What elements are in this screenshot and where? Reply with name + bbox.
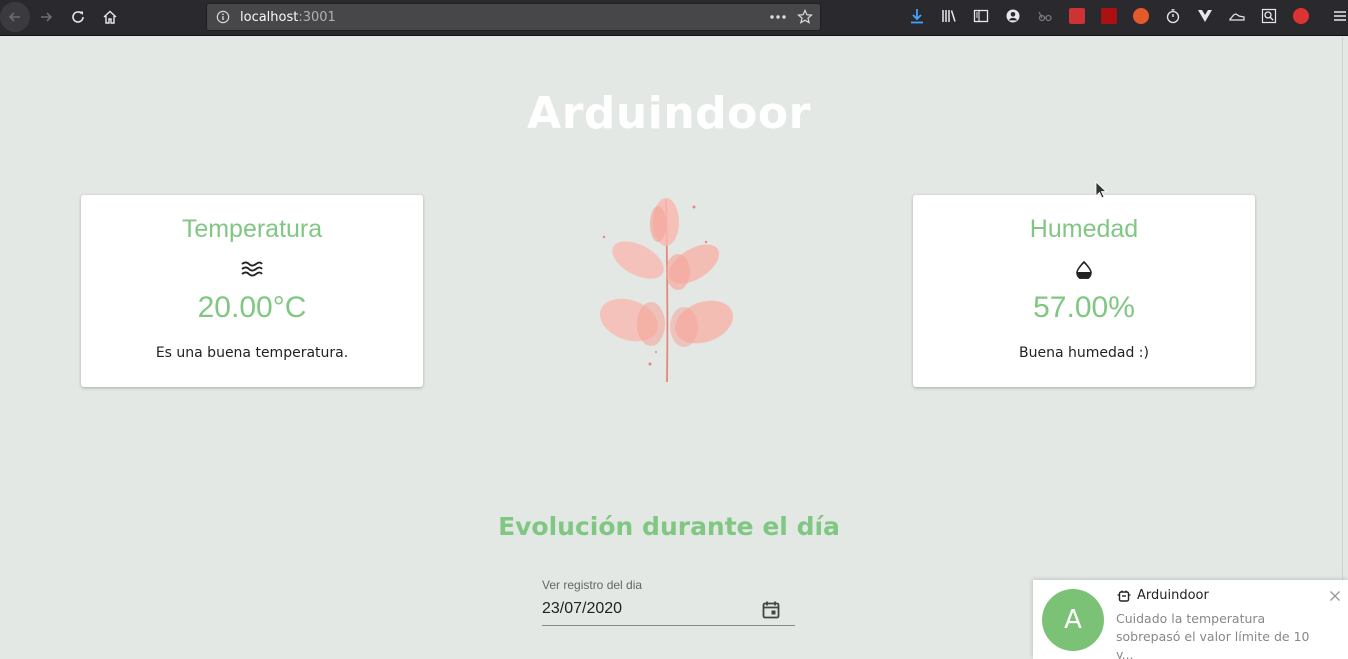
search-icon — [1261, 8, 1277, 24]
extension-duckduckgo-button[interactable] — [1133, 8, 1149, 24]
forward-arrow-icon — [41, 12, 53, 22]
sidebar-icon — [973, 9, 989, 23]
back-arrow-icon — [8, 12, 20, 22]
notification-title: Arduindoor — [1137, 588, 1209, 603]
home-button[interactable] — [96, 4, 124, 30]
star-icon[interactable] — [797, 9, 813, 25]
water-drop-icon — [1076, 261, 1092, 279]
home-icon — [103, 10, 117, 24]
notification-body: Cuidado la temperatura sobrepasó el valo… — [1116, 611, 1310, 659]
download-icon — [911, 9, 923, 24]
sidebar-button[interactable] — [973, 8, 989, 24]
library-button[interactable] — [941, 8, 957, 24]
temperature-message: Es una buena temperatura. — [155, 345, 349, 361]
notification-avatar: A — [1042, 589, 1104, 651]
shoe-icon — [1229, 13, 1245, 21]
waves-icon — [241, 261, 263, 277]
date-picker-label: Ver registro del dia — [542, 578, 643, 592]
date-picker-value[interactable]: 23/07/2020 — [542, 600, 622, 618]
download-button[interactable] — [909, 8, 925, 24]
account-button[interactable] — [1005, 8, 1021, 24]
adblock-plus-button[interactable] — [1293, 8, 1309, 24]
temperature-card: Temperatura 20.00°C Es una buena tempera… — [81, 195, 423, 387]
account-icon — [1006, 9, 1020, 23]
humidity-card: Humedad 57.00% Buena humedad :) — [913, 195, 1255, 387]
temperature-value: 20.00°C — [197, 291, 307, 324]
more-dots-icon[interactable] — [769, 11, 787, 23]
library-icon — [942, 10, 956, 22]
notification-toast[interactable]: A Arduindoor Cuidado la temperatura sobr… — [1033, 580, 1348, 659]
humidity-title: Humedad — [1029, 215, 1139, 243]
date-picker-field[interactable]: Ver registro del dia 23/07/2020 — [542, 578, 795, 626]
timer-button[interactable] — [1165, 8, 1181, 24]
extension-shoe-button[interactable] — [1229, 8, 1245, 24]
hamburger-menu-icon — [1334, 11, 1346, 21]
extension-cors-button[interactable] — [1101, 8, 1117, 24]
page-scrollbar[interactable] — [1342, 37, 1348, 659]
forward-button[interactable] — [32, 4, 60, 30]
reload-button[interactable] — [64, 4, 92, 30]
app-title: Arduindoor — [527, 88, 811, 139]
section-title: Evolución durante el día — [498, 512, 840, 541]
url-bar[interactable]: localhost:3001 — [206, 3, 821, 31]
back-button[interactable] — [0, 2, 30, 32]
info-icon[interactable] — [216, 10, 230, 24]
temperature-title: Temperatura — [181, 215, 323, 243]
url-host: localhost — [240, 10, 299, 25]
humidity-message: Buena humedad :) — [1019, 345, 1149, 361]
close-icon[interactable] — [1329, 590, 1341, 602]
extension-glasses-button[interactable] — [1037, 8, 1053, 24]
notification-app-icon — [1117, 590, 1131, 602]
reload-icon — [72, 11, 84, 23]
stopwatch-icon — [1166, 9, 1180, 24]
mouse-cursor-icon — [1095, 181, 1107, 199]
calendar-icon[interactable] — [761, 600, 781, 620]
vue-icon — [1198, 10, 1212, 22]
vue-devtools-button[interactable] — [1197, 8, 1213, 24]
extension-red-button[interactable] — [1069, 8, 1085, 24]
browser-toolbar: localhost:3001 — [0, 0, 1348, 36]
url-text: localhost:3001 — [240, 10, 336, 25]
extension-search-button[interactable] — [1261, 8, 1277, 24]
plant-illustration — [599, 198, 734, 383]
url-port: :3001 — [298, 10, 336, 25]
menu-button[interactable] — [1332, 8, 1348, 24]
humidity-value: 57.00% — [1033, 291, 1135, 324]
glasses-icon — [1038, 11, 1052, 22]
